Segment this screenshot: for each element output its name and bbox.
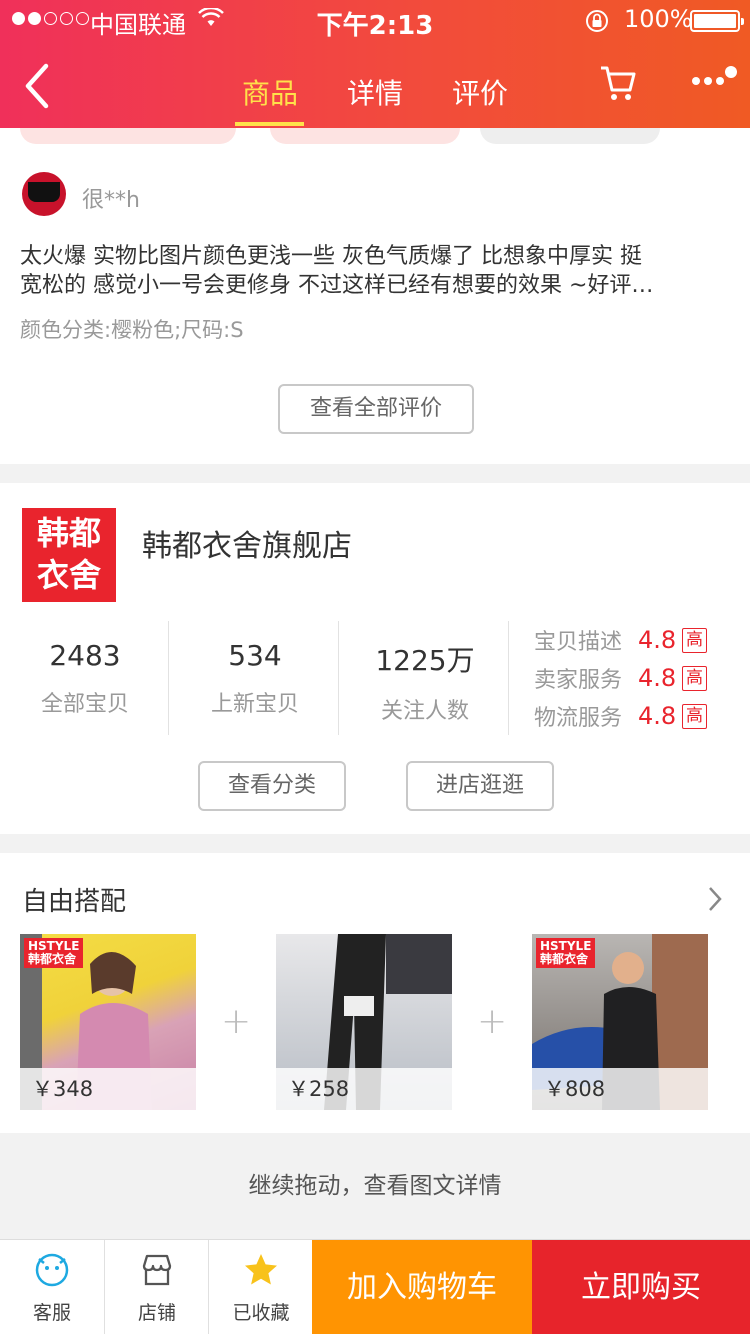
chevron-right-icon[interactable] [706, 885, 724, 913]
product-thumbnail[interactable]: HSTYLE 韩都衣舍 ￥808 [532, 934, 708, 1110]
rating-score: 4.8 [638, 702, 677, 730]
star-icon [245, 1254, 277, 1285]
review-text-line: 宽松的 感觉小一号会更修身 不过这样已经有想要的效果 ~好评… [20, 273, 654, 298]
review-text-line: 太火爆 实物比图片颜色更浅一些 灰色气质爆了 比想象中厚实 挺 [20, 244, 642, 269]
product-thumbnail[interactable]: HSTYLE 韩都衣舍 ￥348 [20, 934, 196, 1110]
rating-label: 物流服务 [534, 706, 623, 731]
product-price: ￥258 [276, 1068, 452, 1110]
store-stat-followers[interactable]: 1225万 关注人数 [340, 621, 510, 735]
store-section: 韩都 衣舍 韩都衣舍旗舰店 2483 全部宝贝 534 上新宝贝 1225万 关… [0, 483, 750, 834]
status-bar: 中国联通 下午2:13 100% [0, 0, 750, 41]
more-options-icon[interactable] [690, 64, 742, 94]
rating-score: 4.8 [638, 664, 677, 692]
rating-label: 宝贝描述 [534, 630, 623, 655]
divider [168, 621, 169, 735]
plus-icon: + [477, 1001, 508, 1042]
rating-label: 卖家服务 [534, 668, 623, 693]
rating-logistics: 物流服务 4.8 高 [534, 700, 708, 732]
stat-value: 2483 [49, 639, 121, 672]
battery-percent: 100% [624, 5, 693, 33]
stat-value: 534 [228, 639, 282, 672]
battery-icon [690, 10, 744, 32]
product-price: ￥808 [532, 1068, 708, 1110]
brand-tag: HSTYLE 韩都衣舍 [24, 938, 84, 968]
rating-description: 宝贝描述 4.8 高 [534, 624, 708, 656]
divider [508, 621, 509, 735]
review-tag-pill[interactable] [480, 128, 660, 144]
product-thumbnail[interactable]: ￥258 [276, 934, 452, 1110]
rating-badge: 高 [682, 627, 708, 653]
store-stat-all-items[interactable]: 2483 全部宝贝 [0, 621, 170, 735]
active-tab-indicator [235, 122, 304, 126]
stat-label: 关注人数 [380, 699, 469, 724]
tab-reviews[interactable]: 评价 [452, 72, 508, 112]
review-tag-pill[interactable] [270, 128, 460, 144]
store-stat-new-items[interactable]: 534 上新宝贝 [170, 621, 340, 735]
add-to-cart-button[interactable]: 加入购物车 [312, 1240, 532, 1334]
customer-service-icon [35, 1253, 69, 1287]
continue-drag-hint: 继续拖动，查看图文详情 [0, 1133, 750, 1239]
customer-service-button[interactable]: 客服 [0, 1240, 104, 1334]
view-category-button[interactable]: 查看分类 [198, 761, 346, 811]
buy-now-button[interactable]: 立即购买 [532, 1240, 750, 1334]
bottom-action-bar: 客服 店铺 已收藏 加入购物车 立即购买 [0, 1239, 750, 1334]
product-page: 中国联通 下午2:13 100% 商品 详情 评价 很**h 太火爆 实物比图片… [0, 0, 750, 1334]
stat-label: 全部宝贝 [40, 692, 129, 717]
product-price: ￥348 [20, 1068, 196, 1110]
reviewer-avatar [22, 172, 66, 216]
divider [338, 621, 339, 735]
store-logo-text: 衣舍 [36, 556, 101, 594]
favorite-button[interactable]: 已收藏 [209, 1240, 313, 1334]
top-bar: 中国联通 下午2:13 100% 商品 详情 评价 [0, 0, 750, 128]
review-tag-pill[interactable] [20, 128, 236, 144]
cart-icon[interactable] [598, 64, 638, 102]
stat-label: 上新宝贝 [210, 692, 299, 717]
rating-score: 4.8 [638, 626, 677, 654]
review-text: 太火爆 实物比图片颜色更浅一些 灰色气质爆了 比想象中厚实 挺 宽松的 感觉小一… [20, 242, 730, 300]
store-logo-text: 韩都 [36, 514, 101, 552]
review-section: 很**h 太火爆 实物比图片颜色更浅一些 灰色气质爆了 比想象中厚实 挺 宽松的… [0, 128, 750, 464]
stat-value: 1225万 [375, 644, 475, 677]
view-all-reviews-button[interactable]: 查看全部评价 [278, 384, 474, 434]
tab-product[interactable]: 商品 [242, 72, 298, 112]
rating-service: 卖家服务 4.8 高 [534, 662, 708, 694]
enter-store-button[interactable]: 进店逛逛 [406, 761, 554, 811]
rating-badge: 高 [682, 665, 708, 691]
rating-badge: 高 [682, 703, 708, 729]
brand-tag-text: 韩都衣舍 [28, 952, 77, 966]
reviewer-name: 很**h [82, 188, 140, 213]
store-name[interactable]: 韩都衣舍旗舰店 [142, 521, 352, 565]
bottom-label: 客服 [32, 1302, 71, 1324]
bottom-label: 店铺 [137, 1302, 176, 1324]
shop-icon [142, 1254, 172, 1286]
store-logo[interactable]: 韩都 衣舍 [22, 508, 116, 602]
tab-details[interactable]: 详情 [347, 72, 403, 112]
bottom-label: 已收藏 [232, 1302, 290, 1324]
brand-tag: HSTYLE 韩都衣舍 [536, 938, 596, 968]
section-title: 自由搭配 [22, 887, 127, 917]
brand-tag-text: 韩都衣舍 [540, 952, 589, 966]
plus-icon: + [221, 1001, 252, 1042]
review-sku: 颜色分类:樱粉色;尺码:S [20, 318, 244, 342]
rotation-lock-icon [586, 10, 608, 32]
shop-button[interactable]: 店铺 [105, 1240, 209, 1334]
outfit-match-section: 自由搭配 HSTYLE 韩都衣舍 ￥348 + ￥258 + HSTYLE 韩都… [0, 853, 750, 1133]
